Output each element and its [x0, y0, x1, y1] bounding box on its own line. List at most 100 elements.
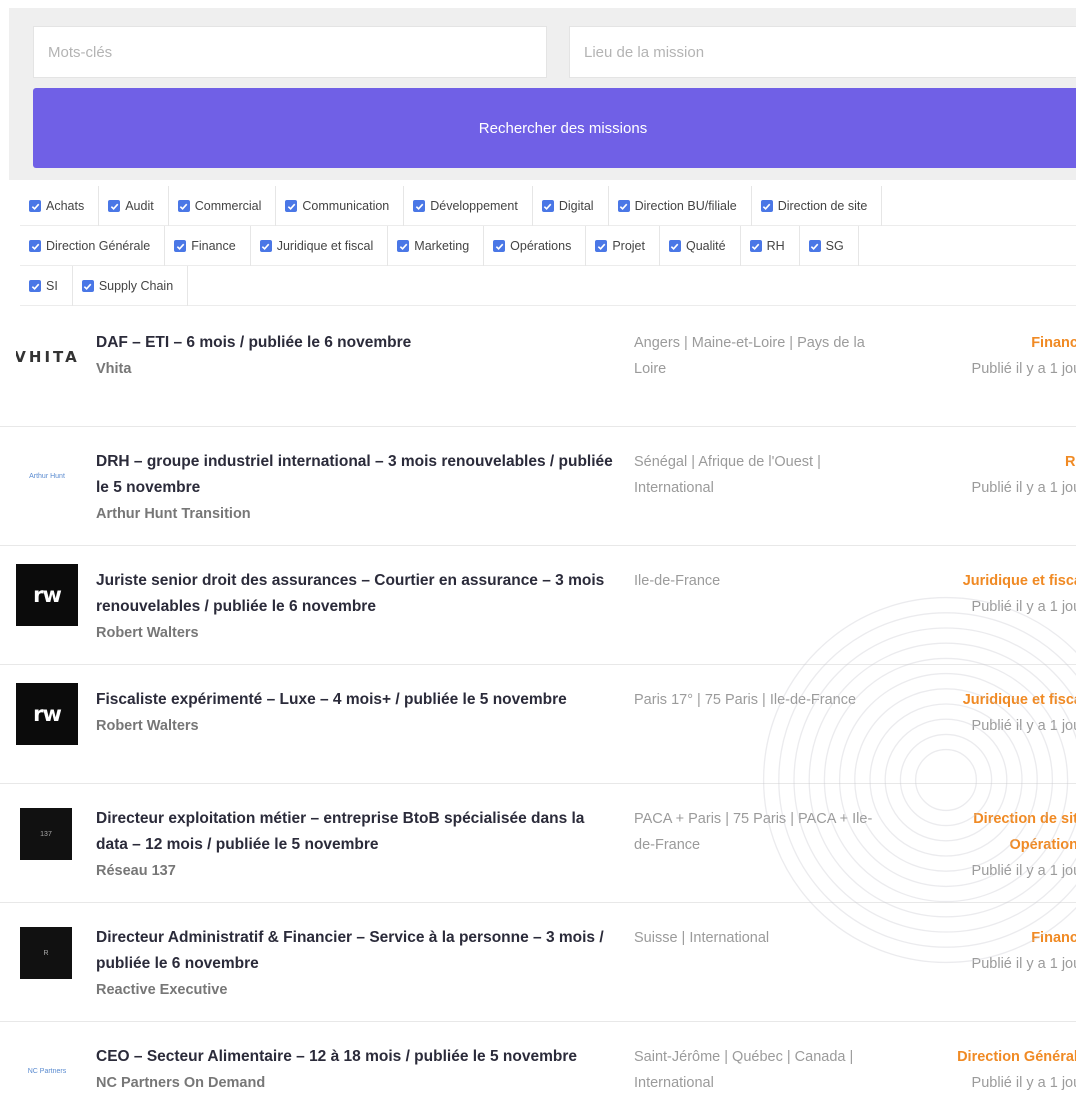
- checkbox-checked-icon[interactable]: [397, 240, 410, 252]
- keywords-field[interactable]: [33, 26, 547, 78]
- mission-category: Opérations: [1009, 837, 1076, 853]
- company-logo: rw: [16, 683, 78, 745]
- mission-row[interactable]: R Directeur Administratif & Financier – S…: [0, 903, 1076, 1022]
- mission-title[interactable]: DAF – ETI – 6 mois / publiée le 6 novemb…: [96, 330, 616, 382]
- filter-label: Supply Chain: [98, 279, 174, 293]
- checkbox-checked-icon[interactable]: [259, 240, 272, 252]
- checkbox-checked-icon[interactable]: [285, 200, 298, 212]
- filter-achats[interactable]: Achats: [20, 186, 100, 226]
- logo-text: NC Partners: [27, 1067, 67, 1075]
- logo-text: rw: [33, 702, 62, 726]
- filter-direction-de-site[interactable]: Direction de site: [752, 186, 883, 226]
- filter-label: RH: [766, 239, 785, 253]
- company-name: Vhita: [96, 361, 132, 377]
- mission-title-text[interactable]: DAF – ETI – 6 mois / publiée le 6 novemb…: [96, 334, 411, 351]
- filter-juridique-et-fiscal[interactable]: Juridique et fiscal: [251, 226, 389, 266]
- mission-category: Direction Générale: [957, 1049, 1076, 1065]
- mission-title-text[interactable]: Fiscaliste expérimenté – Luxe – 4 mois+ …: [96, 691, 567, 708]
- checkbox-checked-icon[interactable]: [760, 200, 773, 212]
- mission-row[interactable]: rw Fiscaliste expérimenté – Luxe – 4 mois…: [0, 665, 1076, 784]
- filter-label: Projet: [612, 239, 645, 253]
- mission-title[interactable]: CEO – Secteur Alimentaire – 12 à 18 mois…: [96, 1044, 616, 1096]
- logo-text: 137: [40, 830, 52, 838]
- mission-meta: Juridique et fiscal Publié il y a 1 jour: [886, 687, 1076, 739]
- mission-category: Finance: [1031, 335, 1076, 351]
- mission-title[interactable]: Juriste senior droit des assurances – Co…: [96, 568, 616, 646]
- filter-row: SI Supply Chain: [20, 266, 1076, 306]
- checkbox-checked-icon[interactable]: [668, 240, 681, 252]
- filter-audit[interactable]: Audit: [99, 186, 169, 226]
- filter-direction-bu-filiale[interactable]: Direction BU/filiale: [609, 186, 752, 226]
- filter-direction-g-n-rale[interactable]: Direction Générale: [20, 226, 166, 266]
- filter-label: SI: [46, 279, 58, 293]
- mission-title-text[interactable]: Directeur Administratif & Financier – Se…: [96, 929, 604, 972]
- filter-marketing[interactable]: Marketing: [388, 226, 485, 266]
- mission-category: Juridique et fiscal: [962, 573, 1076, 589]
- mission-category: RH: [1065, 454, 1076, 470]
- mission-title-text[interactable]: DRH – groupe industriel international – …: [96, 453, 613, 496]
- checkbox-checked-icon[interactable]: [108, 200, 121, 212]
- checkbox-checked-icon[interactable]: [808, 240, 821, 252]
- mission-row[interactable]: NC Partners CEO – Secteur Alimentaire – 1…: [0, 1022, 1076, 1112]
- mission-title-text[interactable]: CEO – Secteur Alimentaire – 12 à 18 mois…: [96, 1048, 577, 1065]
- mission-meta: Juridique et fiscal Publié il y a 1 jour: [886, 568, 1076, 620]
- checkbox-checked-icon[interactable]: [29, 280, 41, 292]
- mission-category: Direction de site: [973, 811, 1076, 827]
- checkbox-checked-icon[interactable]: [29, 240, 41, 252]
- company-logo: VHITA: [16, 326, 78, 388]
- checkbox-checked-icon[interactable]: [595, 240, 608, 252]
- posted-date: Publié il y a 1 jour: [971, 599, 1076, 615]
- checkbox-checked-icon[interactable]: [541, 200, 554, 212]
- filter-qualit-[interactable]: Qualité: [660, 226, 741, 266]
- checkbox-checked-icon[interactable]: [749, 240, 762, 252]
- mission-title[interactable]: Fiscaliste expérimenté – Luxe – 4 mois+ …: [96, 687, 616, 739]
- location-field[interactable]: [569, 26, 1076, 78]
- checkbox-checked-icon[interactable]: [617, 200, 630, 212]
- mission-title-text[interactable]: Juriste senior droit des assurances – Co…: [96, 572, 604, 615]
- filter-finance[interactable]: Finance: [165, 226, 251, 266]
- search-missions-button[interactable]: Rechercher des missions: [33, 88, 1076, 168]
- filter-label: Juridique et fiscal: [276, 239, 374, 253]
- mission-row[interactable]: Arthur Hunt DRH – groupe industriel inter…: [0, 427, 1076, 546]
- filter-label: SG: [825, 239, 844, 253]
- filter-label: Direction de site: [777, 199, 868, 213]
- filter-communication[interactable]: Communication: [276, 186, 405, 226]
- mission-meta: Finance Publié il y a 1 jour: [886, 925, 1076, 977]
- filter-digital[interactable]: Digital: [533, 186, 609, 226]
- mission-title[interactable]: Directeur exploitation métier – entrepri…: [96, 806, 616, 884]
- location-input[interactable]: [570, 27, 1076, 77]
- checkbox-checked-icon[interactable]: [81, 280, 94, 292]
- search-panel: Rechercher des missions: [9, 8, 1076, 180]
- filter-projet[interactable]: Projet: [586, 226, 660, 266]
- mission-title[interactable]: Directeur Administratif & Financier – Se…: [96, 925, 616, 1003]
- filter-label: Développement: [430, 199, 518, 213]
- filter-op-rations[interactable]: Opérations: [484, 226, 587, 266]
- posted-date: Publié il y a 1 jour: [971, 361, 1076, 377]
- checkbox-checked-icon[interactable]: [174, 240, 187, 252]
- checkbox-checked-icon[interactable]: [177, 200, 190, 212]
- company-name: Arthur Hunt Transition: [96, 506, 251, 522]
- filter-label: Opérations: [510, 239, 572, 253]
- logo-text: rw: [33, 583, 62, 607]
- checkbox-checked-icon[interactable]: [493, 240, 506, 252]
- filter-rh[interactable]: RH: [741, 226, 800, 266]
- filter-d-veloppement[interactable]: Développement: [404, 186, 533, 226]
- checkbox-checked-icon[interactable]: [413, 200, 426, 212]
- keywords-input[interactable]: [34, 27, 546, 77]
- mission-location: Sénégal | Afrique de l'Ouest | Internati…: [634, 454, 821, 496]
- checkbox-checked-icon[interactable]: [29, 200, 41, 212]
- filter-supply-chain[interactable]: Supply Chain: [73, 266, 189, 306]
- mission-title-text[interactable]: Directeur exploitation métier – entrepri…: [96, 810, 584, 853]
- company-name: Reactive Executive: [96, 982, 228, 998]
- mission-row[interactable]: VHITA DAF – ETI – 6 mois / publiée le 6 n…: [0, 308, 1076, 427]
- filter-sg[interactable]: SG: [800, 226, 859, 266]
- mission-title[interactable]: DRH – groupe industriel international – …: [96, 449, 616, 527]
- filter-label: Digital: [558, 199, 594, 213]
- filter-commercial[interactable]: Commercial: [169, 186, 277, 226]
- mission-row[interactable]: 137 Directeur exploitation métier – entre…: [0, 784, 1076, 903]
- filter-si[interactable]: SI: [20, 266, 73, 306]
- mission-row[interactable]: rw Juriste senior droit des assurances – …: [0, 546, 1076, 665]
- mission-category: Juridique et fiscal: [962, 692, 1076, 708]
- filter-label: Marketing: [414, 239, 470, 253]
- posted-date: Publié il y a 1 jour: [971, 1075, 1076, 1091]
